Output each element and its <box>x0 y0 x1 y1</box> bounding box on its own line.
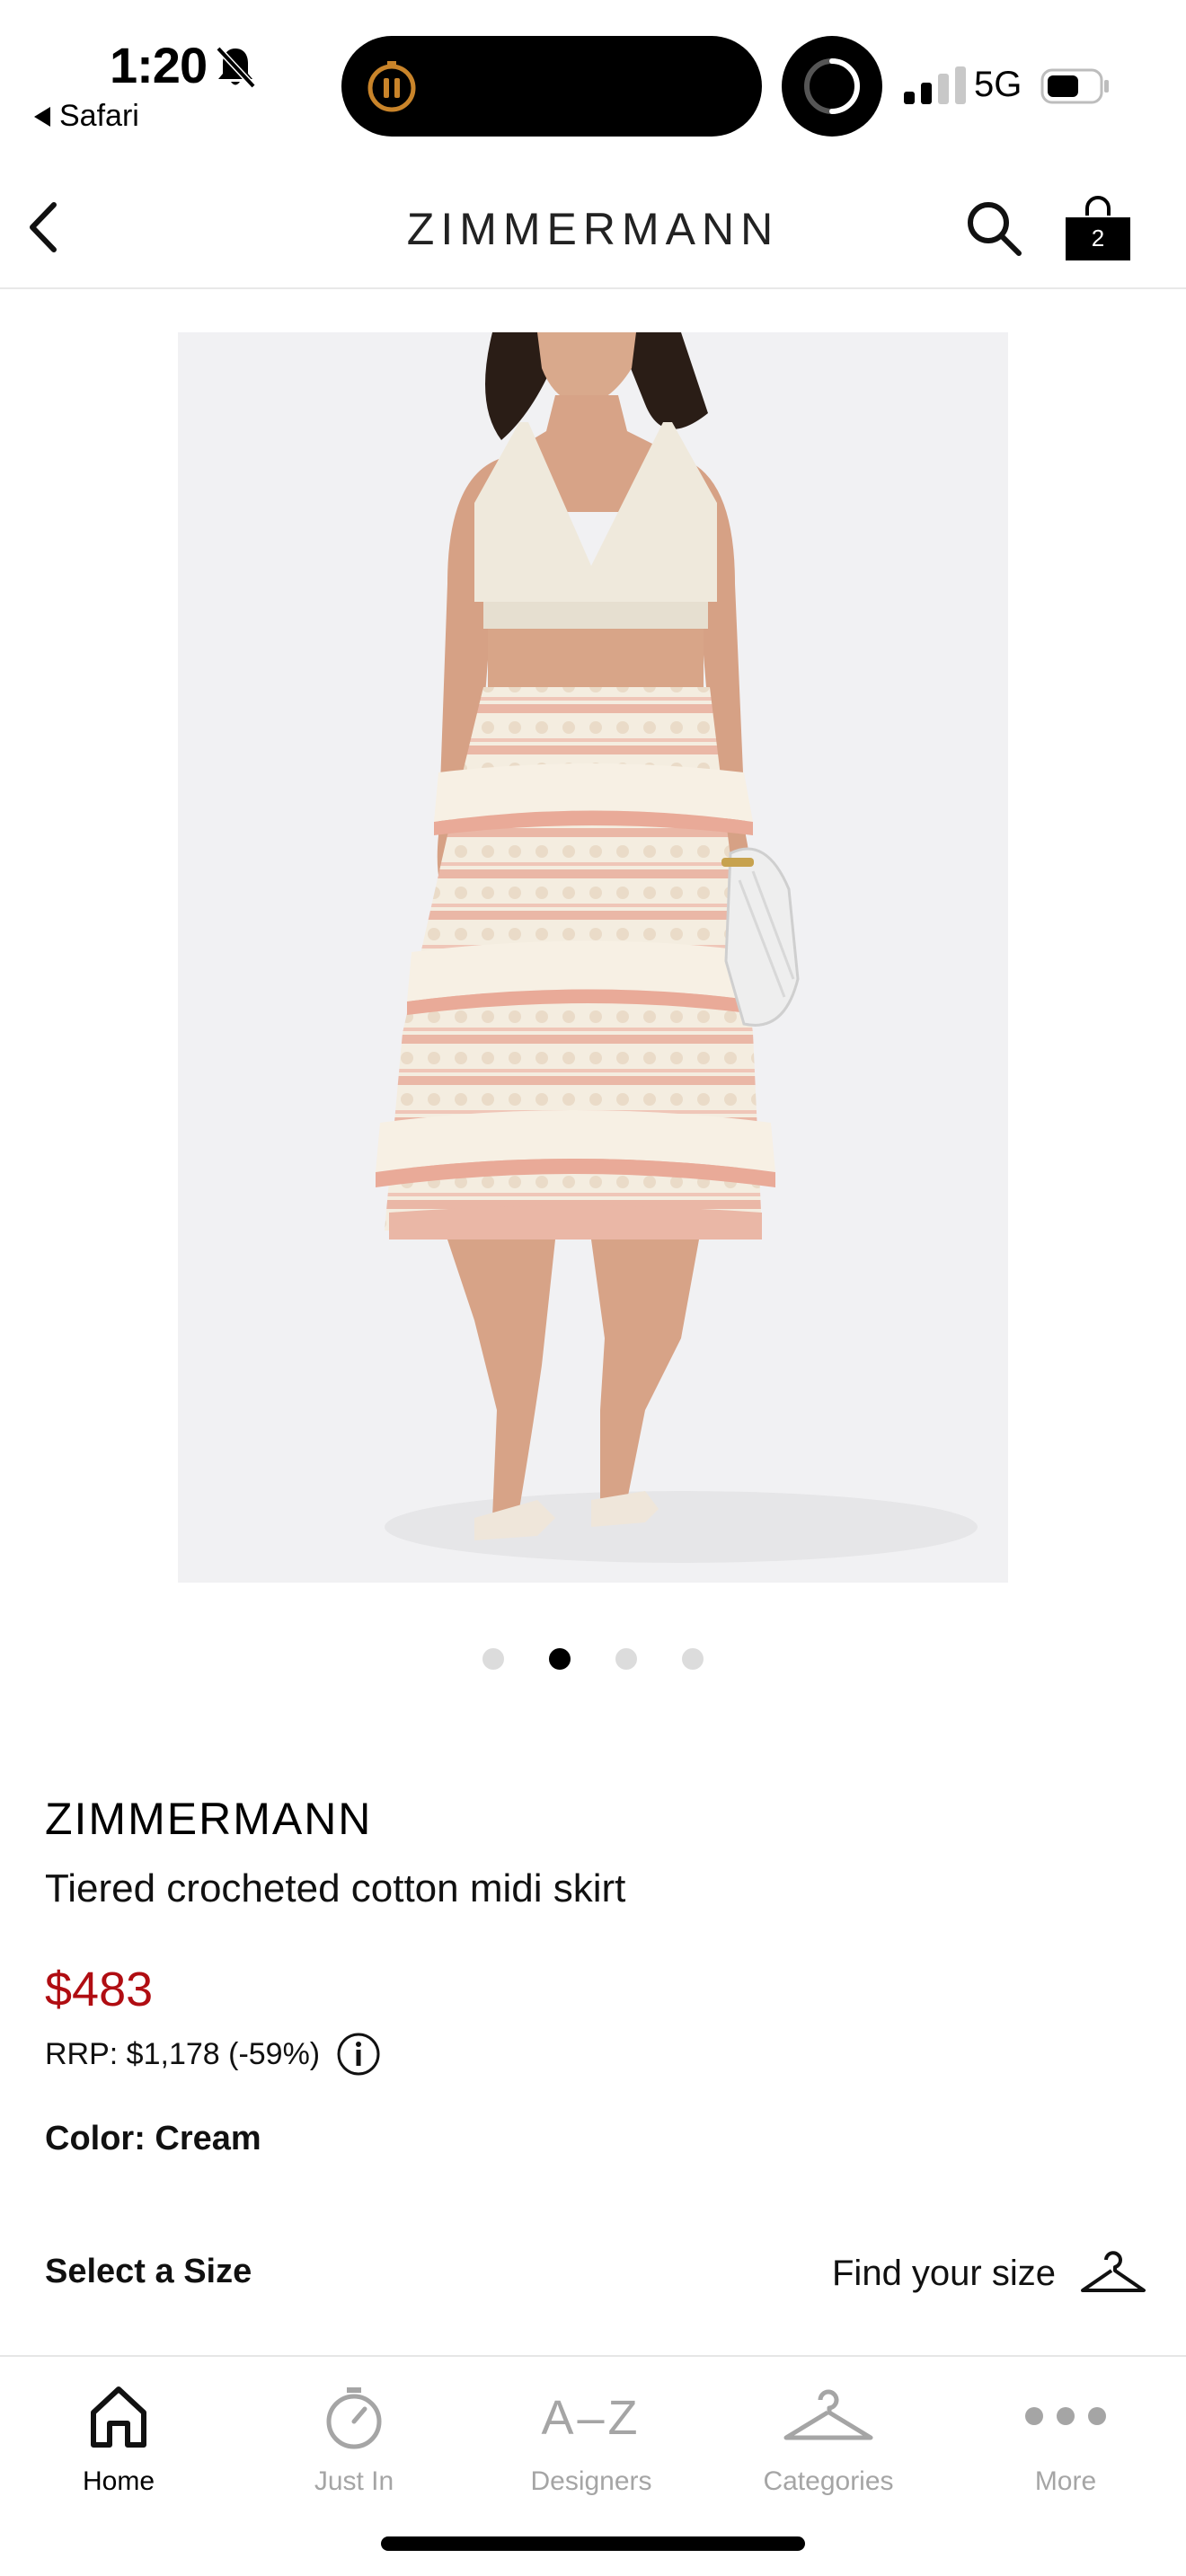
find-your-size-link[interactable]: Find your size <box>832 2251 1147 2296</box>
back-app-label: Safari <box>59 99 139 133</box>
app-header: ZIMMERMANN 2 <box>0 162 1186 289</box>
status-time: 1:20 <box>110 37 208 93</box>
product-brand[interactable]: ZIMMERMANN <box>45 1793 372 1845</box>
more-dots-icon <box>1025 2407 1106 2425</box>
loading-ring-icon <box>804 58 861 114</box>
carousel-dot-active[interactable] <box>549 1648 571 1670</box>
back-to-safari[interactable]: Safari <box>34 99 139 134</box>
bell-slash-icon <box>216 46 256 89</box>
product-image[interactable] <box>178 332 1008 1583</box>
info-icon[interactable] <box>336 2032 381 2077</box>
cellular-signal-icon <box>904 66 966 104</box>
hanger-icon <box>1080 2251 1146 2292</box>
search-icon[interactable] <box>961 196 1026 260</box>
selected-color: Color: Cream <box>45 2120 261 2157</box>
product-title: Tiered crocheted cotton midi skirt <box>45 1866 626 1910</box>
battery-icon <box>1040 68 1109 104</box>
home-icon <box>91 2386 146 2448</box>
find-size-label: Find your size <box>832 2253 1056 2293</box>
product-photo-illustration <box>178 332 1008 1583</box>
a-z-icon: A–Z <box>541 2391 641 2445</box>
rrp-row: RRP: $1,178 (-59%) <box>45 2032 381 2077</box>
dynamic-island[interactable] <box>341 36 762 137</box>
timer-pause-icon <box>367 61 416 112</box>
status-bar: 1:20 Safari 5G <box>0 0 1186 153</box>
carousel-dot[interactable] <box>482 1648 504 1670</box>
carousel-dot[interactable] <box>682 1648 704 1670</box>
tab-home-label: Home <box>82 2466 155 2496</box>
shopping-bag-button[interactable]: 2 <box>1060 192 1136 264</box>
tab-just-in-label: Just In <box>314 2466 394 2496</box>
tab-categories-label: Categories <box>763 2466 894 2496</box>
tab-designers-label: Designers <box>530 2466 652 2496</box>
home-indicator[interactable] <box>381 2536 805 2551</box>
activity-indicator <box>782 36 882 137</box>
svg-text:A–Z: A–Z <box>541 2391 641 2445</box>
image-carousel-dots[interactable] <box>0 1648 1186 1670</box>
back-triangle-icon <box>34 106 50 127</box>
tab-more-label: More <box>1034 2466 1097 2496</box>
sale-price: $483 <box>45 1963 154 2016</box>
tab-more[interactable]: More <box>967 2378 1164 2497</box>
tab-home[interactable]: Home <box>20 2378 217 2497</box>
product-page: 1:20 Safari 5G ZIMMERMANN 2 ZIMMERMANN T… <box>0 0 1186 2576</box>
rrp-text: RRP: $1,178 (-59%) <box>45 2036 321 2071</box>
network-type: 5G <box>974 65 1022 104</box>
tab-designers[interactable]: A–Z Designers <box>492 2378 690 2497</box>
tab-just-in[interactable]: Just In <box>255 2378 453 2497</box>
select-size-label[interactable]: Select a Size <box>45 2253 252 2291</box>
bag-count-badge: 2 <box>1091 225 1105 251</box>
tab-categories[interactable]: Categories <box>730 2378 927 2497</box>
stopwatch-icon <box>326 2387 382 2449</box>
hanger-icon <box>783 2389 873 2440</box>
carousel-dot[interactable] <box>615 1648 637 1670</box>
